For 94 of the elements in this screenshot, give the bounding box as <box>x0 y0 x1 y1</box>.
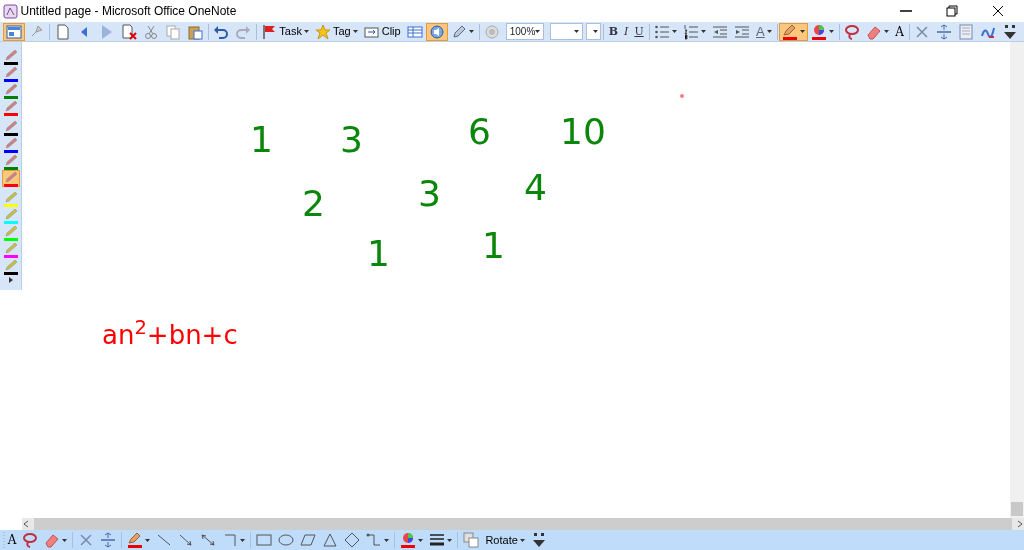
ink-number: 1 <box>367 236 390 272</box>
caret-icon <box>62 538 68 542</box>
parallelogram-icon <box>300 532 317 548</box>
caret-icon <box>574 30 580 33</box>
scroll-thumb[interactable] <box>34 518 1012 530</box>
flag-icon <box>261 23 278 40</box>
caret-icon <box>384 538 390 542</box>
restore-icon <box>945 4 960 18</box>
size-field[interactable] <box>585 23 602 40</box>
window-title: Untitled page - Microsoft Office OneNote <box>20 3 238 20</box>
ink-number: 2 <box>302 186 325 222</box>
caret-icon <box>519 538 525 542</box>
task-button[interactable]: Task <box>258 22 312 41</box>
pen-color-button[interactable] <box>778 22 808 41</box>
redo-icon <box>235 23 251 40</box>
overflow-icon <box>530 532 547 548</box>
insert-space-icon <box>936 23 953 40</box>
caret-icon <box>447 538 453 542</box>
delete-icon <box>914 23 931 40</box>
triangle-icon <box>322 532 339 548</box>
rectangle-icon <box>256 532 273 548</box>
rotate-button[interactable]: Rotate <box>482 531 528 549</box>
ink-number: 10 <box>560 114 606 150</box>
ink-number: 1 <box>482 228 505 264</box>
caret-icon <box>303 30 309 33</box>
arrow-icon <box>178 532 195 548</box>
outdent-icon <box>712 23 728 40</box>
caret-icon <box>592 30 598 33</box>
text-mode-button[interactable]: A <box>4 531 20 549</box>
ink-number: 1 <box>250 122 273 158</box>
caret-icon <box>701 30 706 33</box>
dropdown-arrow-icon[interactable] <box>535 30 541 33</box>
lasso-icon <box>844 23 861 40</box>
speaker-icon <box>428 23 445 40</box>
font-field[interactable] <box>549 23 583 40</box>
eraser-icon <box>44 532 61 548</box>
zoom-field[interactable]: 100% <box>505 23 545 40</box>
indent-icon <box>734 23 750 40</box>
app-icon <box>2 3 18 19</box>
delete-page-icon <box>120 23 137 40</box>
caret-icon <box>418 538 424 542</box>
page-view-icon <box>6 23 23 40</box>
color-wheel-icon <box>810 23 827 40</box>
clip-button[interactable]: Clip <box>360 22 404 41</box>
caret-icon <box>672 30 677 33</box>
caret-icon <box>468 30 474 33</box>
caret-icon <box>828 30 834 33</box>
corner-line-icon <box>222 532 239 548</box>
scissors-icon <box>142 23 159 40</box>
disc-icon <box>483 23 500 40</box>
scroll-thumb[interactable] <box>1011 502 1023 516</box>
lasso-icon <box>22 532 39 548</box>
italic-button[interactable]: I <box>621 22 632 41</box>
star-icon <box>314 23 331 40</box>
close-icon <box>991 4 1006 18</box>
page-icon <box>958 23 975 40</box>
caret-icon <box>766 30 772 33</box>
text-mode-button[interactable]: A <box>892 22 907 41</box>
color-wheel-icon <box>400 532 417 548</box>
pen-color-icon <box>127 532 144 548</box>
overflow-icon <box>1002 23 1019 40</box>
delete-icon <box>78 532 95 548</box>
caret-icon <box>884 30 890 33</box>
insert-space-icon <box>100 532 117 548</box>
caret-icon <box>240 538 246 542</box>
tag-button[interactable]: Tag <box>311 22 361 41</box>
audio-button[interactable] <box>425 22 448 41</box>
caret-icon <box>145 538 151 542</box>
caret-icon <box>799 30 805 33</box>
arrange-icon <box>463 532 480 548</box>
font-color-button[interactable]: A <box>753 22 775 41</box>
ink-dot <box>680 94 684 98</box>
view-button[interactable] <box>3 22 26 41</box>
ink-number: 3 <box>418 176 441 212</box>
underline-button[interactable]: U <box>631 22 647 41</box>
connector-icon <box>366 532 383 548</box>
copy-icon <box>164 23 181 40</box>
ink-number: 3 <box>340 122 363 158</box>
bold-button[interactable]: B <box>605 22 622 41</box>
paste-icon <box>186 23 203 40</box>
caret-icon <box>352 30 358 33</box>
pen-color-icon <box>781 23 798 40</box>
diamond-icon <box>344 532 361 548</box>
line-icon <box>156 532 173 548</box>
table-icon <box>406 23 423 40</box>
numbered-list-icon <box>683 23 699 40</box>
ink-number: 4 <box>524 170 547 206</box>
ink-number: 6 <box>468 114 491 150</box>
ellipse-icon <box>278 532 295 548</box>
minimize-icon <box>900 10 913 12</box>
double-arrow-icon <box>200 532 217 548</box>
line-weight-icon <box>429 532 446 548</box>
ink-formula: an$^{2}$+bn+c <box>102 322 238 348</box>
bullet-list-icon <box>654 23 670 40</box>
